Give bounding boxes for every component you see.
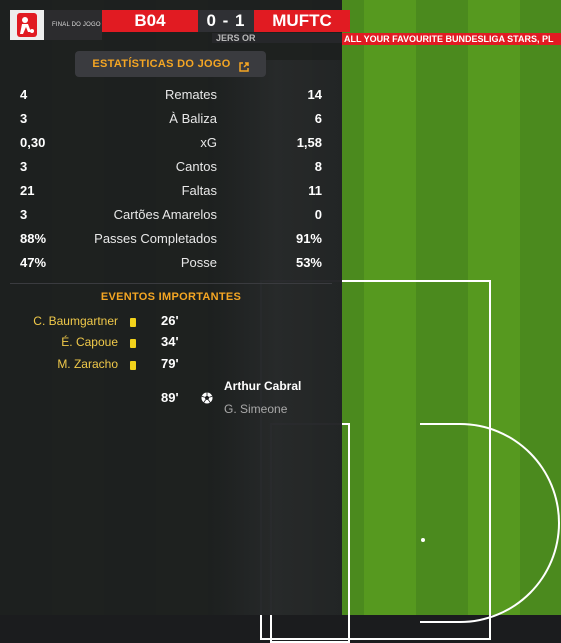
stat-label: Cantos [175, 159, 217, 174]
event-card-row[interactable]: C. Baumgartner 26' [0, 313, 342, 332]
football-icon [201, 391, 213, 404]
event-player: C. Baumgartner [33, 314, 118, 328]
news-ticker: ALL YOUR FAVOURITE BUNDESLIGA STARS, PL [342, 33, 561, 45]
stat-row-cartoes-amarelos: 3 Cartões Amarelos 0 [20, 207, 322, 225]
stat-label: À Baliza [169, 111, 217, 126]
goal-minute: 89' [161, 390, 179, 405]
stat-away-value: 53% [295, 255, 322, 270]
stat-label: Cartões Amarelos [113, 207, 217, 222]
stat-row-passes-completados: 88% Passes Completados 91% [20, 231, 322, 249]
event-player: M. Zaracho [57, 357, 118, 371]
stats-header-label: ESTATÍSTICAS DO JOGO [92, 58, 231, 70]
score: 0 - 1 [198, 10, 254, 32]
stat-row-xg: 0,30 xG 1,58 [20, 135, 322, 153]
event-player: É. Capoue [61, 335, 118, 349]
away-team: MUFTC [254, 10, 350, 32]
stat-label: Faltas [181, 183, 217, 198]
events-title: EVENTOS IMPORTANTES [100, 291, 242, 303]
stat-row-remates: 4 Remates 14 [20, 87, 322, 105]
stat-away-value: 1,58 [296, 135, 322, 150]
penalty-spot [421, 538, 425, 542]
yellow-card-icon [130, 339, 136, 348]
stat-away-value: 8 [314, 159, 322, 174]
stat-row-a-baliza: 3 À Baliza 6 [20, 111, 322, 129]
stat-away-value: 0 [314, 207, 322, 222]
stat-label: xG [200, 135, 217, 150]
stat-away-value: 6 [314, 111, 322, 126]
stat-row-posse: 47% Posse 53% [20, 255, 322, 273]
external-link-icon[interactable] [238, 59, 249, 72]
penalty-arc-line [420, 423, 560, 623]
ticker-fragment: JERS OR [212, 33, 342, 43]
stat-row-cantos: 3 Cantos 8 [20, 159, 322, 177]
stat-label: Remates [164, 87, 217, 102]
bundesliga-logo-icon [10, 10, 44, 40]
stat-away-value: 91% [295, 231, 322, 246]
goal-assist[interactable]: G. Simeone [224, 402, 287, 416]
event-minute: 26' [161, 313, 179, 328]
stat-label: Posse [180, 255, 217, 270]
stat-away-value: 11 [308, 183, 322, 198]
stats-header-button[interactable]: ESTATÍSTICAS DO JOGO [75, 51, 266, 77]
yellow-card-icon [130, 361, 136, 370]
event-minute: 34' [161, 334, 179, 349]
home-team: B04 [102, 10, 198, 32]
stat-away-value: 14 [307, 87, 322, 102]
event-minute: 79' [161, 356, 179, 371]
goal-scorer[interactable]: Arthur Cabral [224, 379, 301, 393]
event-card-row[interactable]: É. Capoue 34' [0, 334, 342, 353]
final-label: FINAL DO JOGO [44, 10, 102, 40]
section-divider [10, 283, 332, 284]
event-card-row[interactable]: M. Zaracho 79' [0, 356, 342, 375]
stat-row-faltas: 21 Faltas 11 [20, 183, 322, 201]
yellow-card-icon [130, 318, 136, 327]
stat-label: Passes Completados [94, 231, 217, 246]
